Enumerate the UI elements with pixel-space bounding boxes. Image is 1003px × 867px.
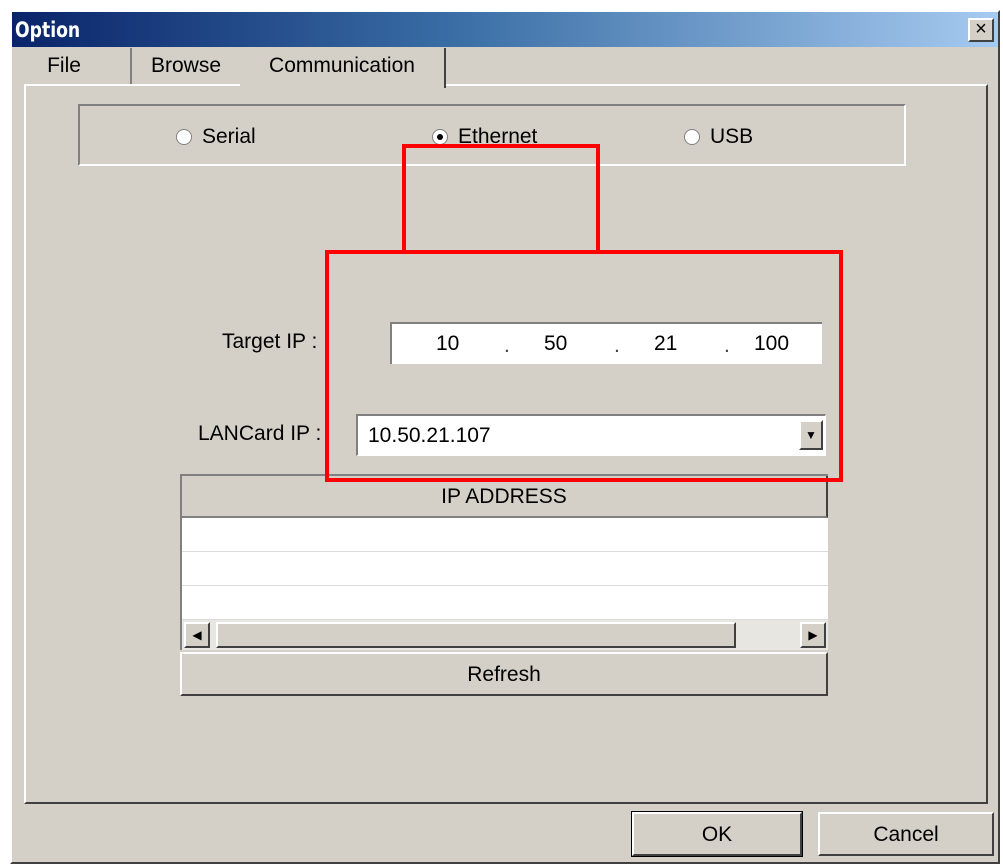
highlight-ip-settings-annotation [325,250,843,482]
list-row[interactable] [182,552,828,586]
list-row[interactable] [182,518,828,552]
ip-address-list[interactable]: IP ADDRESS ◀ ▶ [180,474,828,650]
tab-browse[interactable]: Browse [130,48,240,85]
ip-address-column-header[interactable]: IP ADDRESS [182,476,828,518]
lancard-ip-label: LANCard IP : [198,422,322,445]
radio-serial[interactable]: Serial [176,122,256,152]
radio-usb-label: USB [710,125,754,148]
highlight-ethernet-annotation [402,144,600,252]
tab-communication[interactable]: Communication [240,48,446,88]
option-dialog: Option × File Browse Communication Seria… [10,10,1000,864]
radio-unchecked-icon [176,129,192,145]
close-button[interactable]: × [968,18,994,42]
window-title: Option [15,18,81,42]
radio-usb[interactable]: USB [684,122,753,152]
list-row[interactable] [182,586,828,620]
cancel-button[interactable]: Cancel [818,812,994,856]
scroll-right-button[interactable]: ▶ [800,622,826,648]
horizontal-scrollbar[interactable]: ◀ ▶ [182,620,828,650]
scrollbar-thumb[interactable] [216,622,736,648]
close-icon: × [975,18,987,40]
refresh-button[interactable]: Refresh [180,652,828,696]
scroll-left-button[interactable]: ◀ [184,622,210,648]
radio-unchecked-icon [684,129,700,145]
radio-checked-icon [432,129,448,145]
title-bar[interactable]: Option × [12,12,998,47]
target-ip-label: Target IP : [222,330,318,353]
scroll-right-icon: ▶ [808,628,818,642]
scroll-left-icon: ◀ [192,628,202,642]
radio-serial-label: Serial [202,125,256,148]
tab-file[interactable]: File [34,48,94,85]
ok-button[interactable]: OK [631,811,803,857]
